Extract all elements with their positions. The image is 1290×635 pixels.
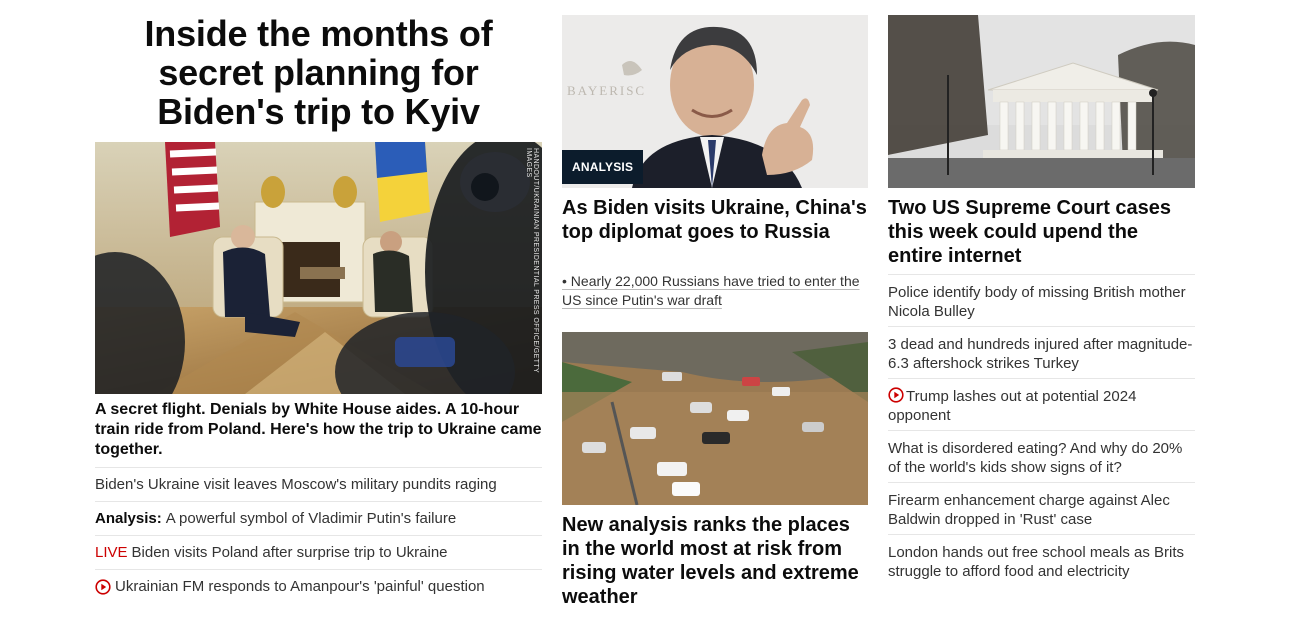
link-text[interactable]: Biden visits Poland after surprise trip … xyxy=(132,544,448,561)
lead-story: Inside the months of secret planning for… xyxy=(95,0,542,595)
link-text[interactable]: Firearm enhancement charge against Alec … xyxy=(888,492,1170,528)
link-text[interactable]: A powerful symbol of Vladimir Putin's fa… xyxy=(166,510,457,527)
live-label: LIVE xyxy=(95,544,128,561)
list-item[interactable]: Trump lashes out at potential 2024 oppon… xyxy=(888,378,1195,430)
lead-headline[interactable]: Inside the months of secret planning for… xyxy=(95,14,542,131)
list-item[interactable]: 3 dead and hundreds injured after magnit… xyxy=(888,326,1195,378)
link-text[interactable]: 3 dead and hundreds injured after magnit… xyxy=(888,336,1192,372)
list-item[interactable]: Analysis: A powerful symbol of Vladimir … xyxy=(95,501,542,535)
flood-photo xyxy=(562,332,868,505)
backdrop-text: BAYERISC xyxy=(567,83,646,98)
list-item[interactable]: Ukrainian FM responds to Amanpour's 'pai… xyxy=(95,569,542,603)
supreme-court-headline[interactable]: Two US Supreme Court cases this week cou… xyxy=(888,196,1195,268)
related-links: Biden's Ukraine visit leaves Moscow's mi… xyxy=(95,467,542,603)
list-item[interactable]: London hands out free school meals as Br… xyxy=(888,534,1195,586)
supreme-court-image[interactable] xyxy=(888,15,1195,188)
link-text[interactable]: Police identify body of missing British … xyxy=(888,284,1186,320)
list-item[interactable]: Firearm enhancement charge against Alec … xyxy=(888,482,1195,534)
analysis-badge: ANALYSIS xyxy=(562,150,644,184)
link-text[interactable]: What is disordered eating? And why do 20… xyxy=(888,440,1182,476)
lead-summary[interactable]: A secret flight. Denials by White House … xyxy=(95,400,542,460)
photo-credit: HANDOUT/UKRAINIAN PRESIDENTIAL PRESS OFF… xyxy=(525,148,539,373)
list-item[interactable]: What is disordered eating? And why do 20… xyxy=(888,430,1195,482)
list-item[interactable]: Police identify body of missing British … xyxy=(888,274,1195,326)
biden-zelensky-photo xyxy=(95,142,542,394)
china-diplomat-headline[interactable]: As Biden visits Ukraine, China's top dip… xyxy=(562,196,868,244)
list-item[interactable]: LIVE Biden visits Poland after surprise … xyxy=(95,535,542,569)
flood-image[interactable] xyxy=(562,332,868,505)
link-text[interactable]: London hands out free school meals as Br… xyxy=(888,544,1184,580)
supreme-court-photo xyxy=(888,15,1195,188)
wang-yi-image[interactable]: BAYERISC ANALYSIS xyxy=(562,15,868,188)
flood-risk-headline[interactable]: New analysis ranks the places in the wor… xyxy=(562,513,868,609)
link-text[interactable]: Ukrainian FM responds to Amanpour's 'pai… xyxy=(115,578,485,595)
link-text[interactable]: Biden's Ukraine visit leaves Moscow's mi… xyxy=(95,476,497,493)
lead-image[interactable]: HANDOUT/UKRAINIAN PRESIDENTIAL PRESS OFF… xyxy=(95,142,542,394)
list-item[interactable]: Biden's Ukraine visit leaves Moscow's mi… xyxy=(95,467,542,501)
headline-list: Police identify body of missing British … xyxy=(888,274,1195,586)
play-icon xyxy=(888,387,904,403)
analysis-prefix: Analysis: xyxy=(95,510,162,527)
play-icon xyxy=(95,578,111,595)
link-text[interactable]: Trump lashes out at potential 2024 oppon… xyxy=(888,388,1136,424)
russians-sublink[interactable]: • Nearly 22,000 Russians have tried to e… xyxy=(562,272,868,310)
